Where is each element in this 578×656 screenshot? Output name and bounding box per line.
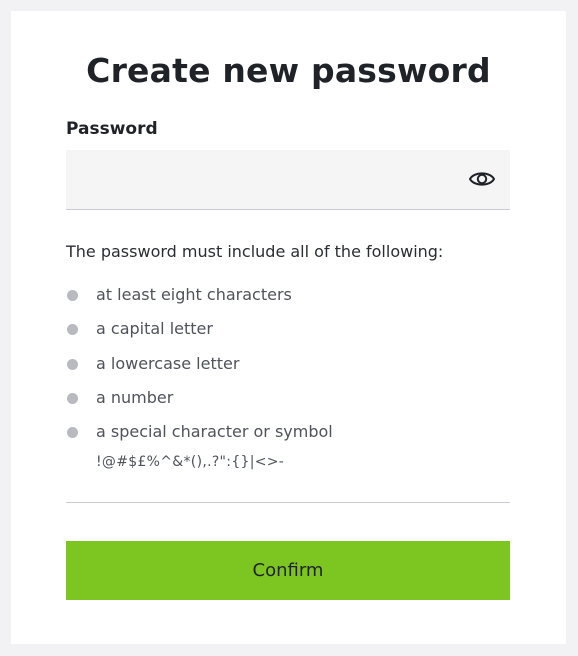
password-field	[66, 150, 510, 210]
requirement-item-min-length: at least eight characters	[66, 284, 510, 318]
page-title: Create new password	[86, 51, 491, 90]
requirement-label: a special character or symbol	[96, 422, 333, 442]
bullet-dot-icon	[67, 427, 78, 439]
requirement-label: a number	[96, 387, 174, 407]
password-input[interactable]	[66, 150, 456, 209]
requirement-label: a capital letter	[96, 319, 213, 339]
requirement-label: at least eight characters	[96, 285, 292, 304]
bullet-dot-icon	[67, 290, 78, 301]
bullet-dot-icon	[67, 358, 78, 370]
requirement-item-symbol: a special character or symbol	[66, 421, 510, 455]
create-password-card: Create new password Password The passwor…	[11, 11, 566, 644]
requirements-intro: The password must include all of the fol…	[66, 242, 444, 261]
allowed-symbols: !@#$£%^&*(),.?":{}|<>-	[96, 454, 285, 470]
bullet-dot-icon	[67, 392, 78, 404]
bullet-dot-icon	[67, 324, 78, 336]
password-label: Password	[66, 119, 158, 139]
requirement-label: a lowercase letter	[96, 353, 240, 373]
divider	[66, 502, 510, 503]
requirement-item-lowercase: a lowercase letter	[66, 353, 510, 387]
requirement-item-number: a number	[66, 387, 510, 421]
requirements-list: at least eight characters a capital lett…	[66, 284, 510, 455]
eye-icon[interactable]	[468, 167, 496, 191]
requirement-item-capital: a capital letter	[66, 318, 510, 352]
confirm-button[interactable]: Confirm	[66, 541, 510, 600]
